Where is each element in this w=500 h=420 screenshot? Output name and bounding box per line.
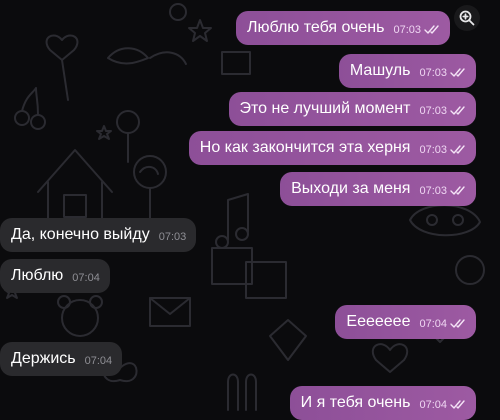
message-time: 07:03	[419, 144, 447, 156]
double-check-icon	[450, 319, 465, 328]
message-text: Да, конечно выйду	[11, 226, 150, 243]
double-check-icon	[450, 400, 465, 409]
message-text: Выходи за меня	[291, 180, 411, 197]
outgoing-message[interactable]: Люблю тебя очень 07:03	[236, 11, 450, 45]
message-time: 07:04	[419, 399, 447, 411]
incoming-message[interactable]: Люблю 07:04	[0, 259, 110, 293]
message-time: 07:03	[393, 24, 421, 36]
double-check-icon	[450, 106, 465, 115]
zoom-in-button[interactable]	[454, 5, 480, 31]
double-check-icon	[424, 25, 439, 34]
message-time: 07:03	[158, 231, 187, 243]
outgoing-message[interactable]: Машуль 07:03	[338, 54, 476, 88]
incoming-message[interactable]: Да, конечно выйду 07:03	[0, 218, 197, 252]
double-check-icon	[450, 145, 465, 154]
message-time: 07:04	[419, 318, 447, 330]
message-text: Держись	[11, 350, 76, 367]
message-text: Машуль	[349, 62, 411, 79]
double-check-icon	[450, 186, 465, 195]
message-text: Это не лучший момент	[239, 100, 411, 117]
incoming-message[interactable]: Держись 07:04	[0, 342, 123, 376]
message-text: Люблю	[11, 267, 64, 284]
double-check-icon	[450, 68, 465, 77]
message-text: Ееееееe	[346, 313, 411, 330]
message-time: 07:03	[419, 105, 447, 117]
outgoing-message[interactable]: Это не лучший момент 07:03	[228, 92, 476, 126]
outgoing-message[interactable]: Но как закончится эта херня 07:03	[188, 131, 476, 165]
message-text: Но как закончится эта херня	[199, 139, 411, 156]
message-text: И я тебя очень	[300, 394, 411, 411]
message-time: 07:04	[84, 355, 113, 367]
outgoing-message[interactable]: И я тебя очень 07:04	[289, 386, 476, 420]
zoom-in-icon	[459, 10, 475, 26]
message-time: 07:03	[419, 67, 447, 79]
message-text: Люблю тебя очень	[247, 19, 385, 36]
message-time: 07:04	[72, 272, 100, 284]
outgoing-message[interactable]: Ееееееe 07:04	[335, 305, 476, 339]
message-time: 07:03	[419, 185, 447, 197]
outgoing-message[interactable]: Выходи за меня 07:03	[280, 172, 476, 206]
